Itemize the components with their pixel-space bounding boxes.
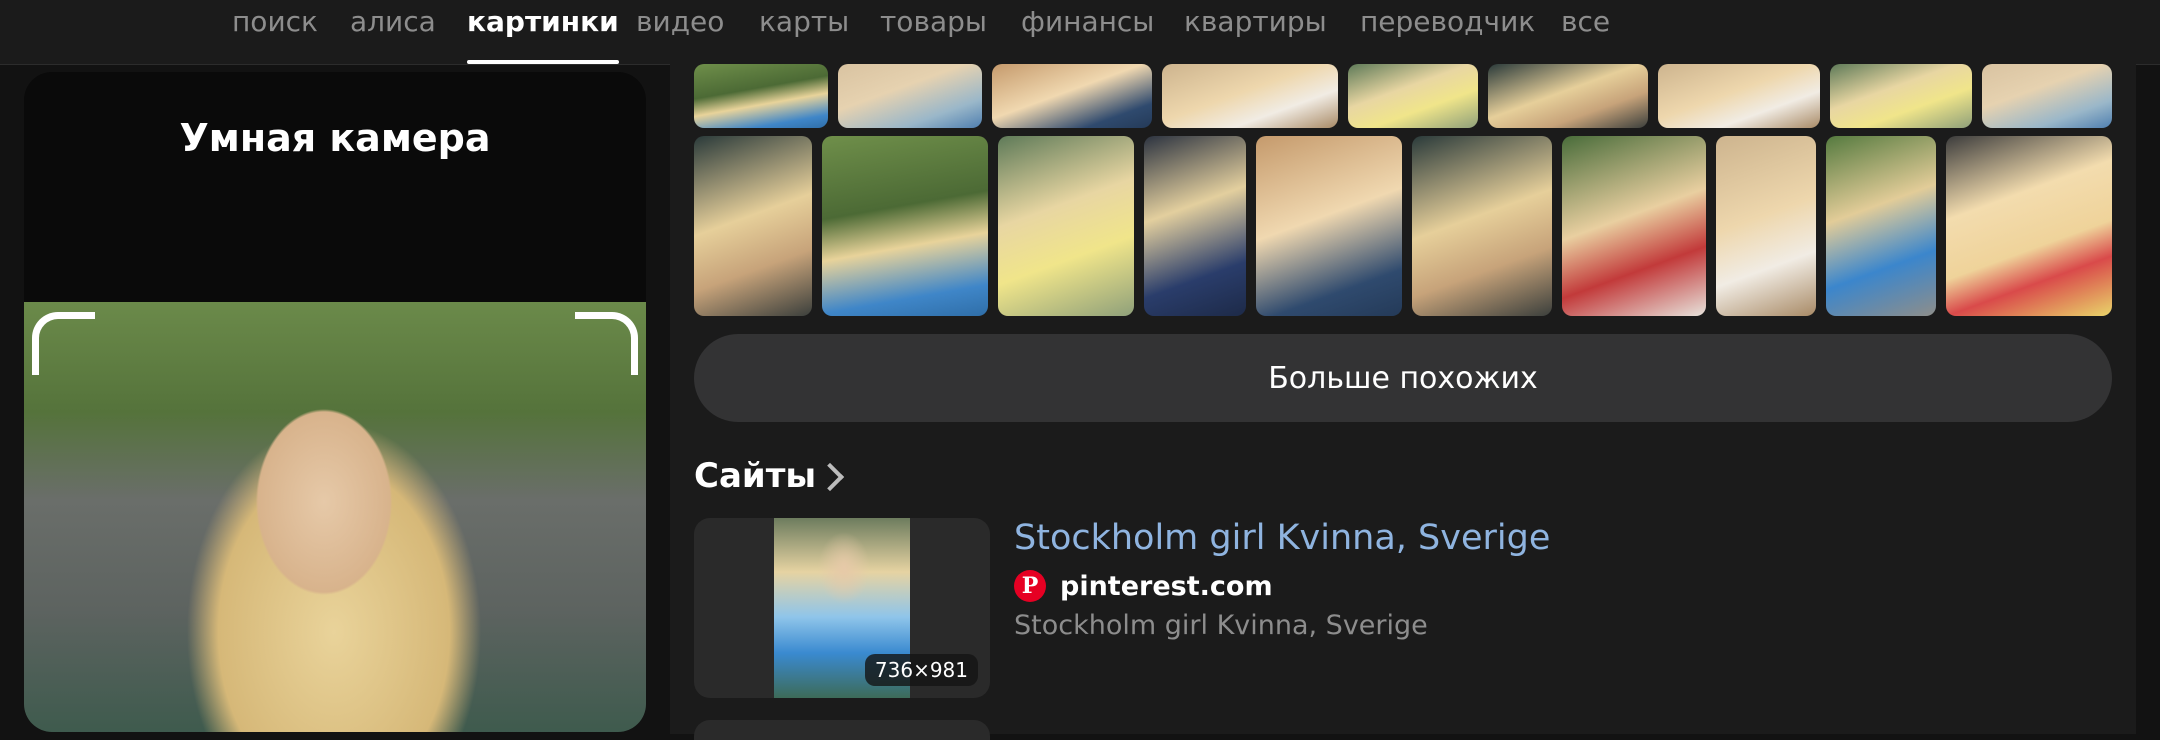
sites-heading[interactable]: Сайты bbox=[694, 456, 845, 496]
site-result-thumbnail[interactable]: 736×981 bbox=[694, 518, 990, 698]
chevron-right-icon bbox=[816, 462, 845, 492]
similar-image-thumbnail[interactable] bbox=[998, 136, 1134, 316]
site-result-description: Stockholm girl Kvinna, Sverige bbox=[1014, 610, 1428, 641]
similar-image-thumbnail[interactable] bbox=[1830, 64, 1972, 128]
tab-translator[interactable]: переводчик bbox=[1360, 0, 1535, 64]
similar-image-thumbnail[interactable] bbox=[1658, 64, 1820, 128]
similar-image-thumbnail[interactable] bbox=[1256, 136, 1402, 316]
tab-finance[interactable]: финансы bbox=[1021, 0, 1154, 64]
query-photo[interactable] bbox=[24, 302, 646, 732]
similar-image-thumbnail[interactable] bbox=[1716, 136, 1816, 316]
similar-image-thumbnail[interactable] bbox=[1162, 64, 1338, 128]
site-result-source[interactable]: P pinterest.com bbox=[1014, 570, 1273, 602]
similar-image-thumbnail[interactable] bbox=[694, 64, 828, 128]
similar-image-thumbnail[interactable] bbox=[1348, 64, 1478, 128]
smart-camera-panel: Умная камера bbox=[24, 72, 646, 732]
crop-corner-top-right[interactable] bbox=[575, 312, 638, 375]
similar-image-thumbnail[interactable] bbox=[1144, 136, 1246, 316]
similar-image-thumbnail[interactable] bbox=[838, 64, 982, 128]
similar-image-thumbnail[interactable] bbox=[822, 136, 988, 316]
next-site-result-thumbnail[interactable] bbox=[694, 720, 990, 740]
tab-all[interactable]: все bbox=[1561, 0, 1610, 64]
pinterest-icon: P bbox=[1014, 570, 1046, 602]
similar-image-thumbnail[interactable] bbox=[694, 136, 812, 316]
similar-image-thumbnail[interactable] bbox=[1488, 64, 1648, 128]
tab-products[interactable]: товары bbox=[880, 0, 987, 64]
results-panel: Больше похожих Сайты 736×981 Stockholm g… bbox=[670, 64, 2136, 740]
smart-camera-title: Умная камера bbox=[179, 116, 491, 160]
similar-image-thumbnail[interactable] bbox=[1562, 136, 1706, 316]
top-navigation: поиск алиса картинки видео карты товары … bbox=[0, 0, 2160, 65]
tab-apartments[interactable]: квартиры bbox=[1184, 0, 1327, 64]
tab-images[interactable]: картинки bbox=[467, 0, 619, 64]
site-result-domain: pinterest.com bbox=[1060, 570, 1273, 602]
tab-search[interactable]: поиск bbox=[232, 0, 318, 64]
sites-heading-label: Сайты bbox=[694, 456, 817, 496]
tab-video[interactable]: видео bbox=[636, 0, 724, 64]
similar-image-thumbnail[interactable] bbox=[1946, 136, 2112, 316]
tab-maps[interactable]: карты bbox=[759, 0, 849, 64]
crop-corner-top-left[interactable] bbox=[32, 312, 95, 375]
similar-image-thumbnail[interactable] bbox=[1982, 64, 2112, 128]
more-similar-button[interactable]: Больше похожих bbox=[694, 334, 2112, 422]
image-size-badge: 736×981 bbox=[864, 654, 978, 686]
site-result-title[interactable]: Stockholm girl Kvinna, Sverige bbox=[1014, 518, 1550, 558]
similar-image-thumbnail[interactable] bbox=[1826, 136, 1936, 316]
similar-image-thumbnail[interactable] bbox=[992, 64, 1152, 128]
tab-alice[interactable]: алиса bbox=[350, 0, 436, 64]
similar-image-thumbnail[interactable] bbox=[1412, 136, 1552, 316]
